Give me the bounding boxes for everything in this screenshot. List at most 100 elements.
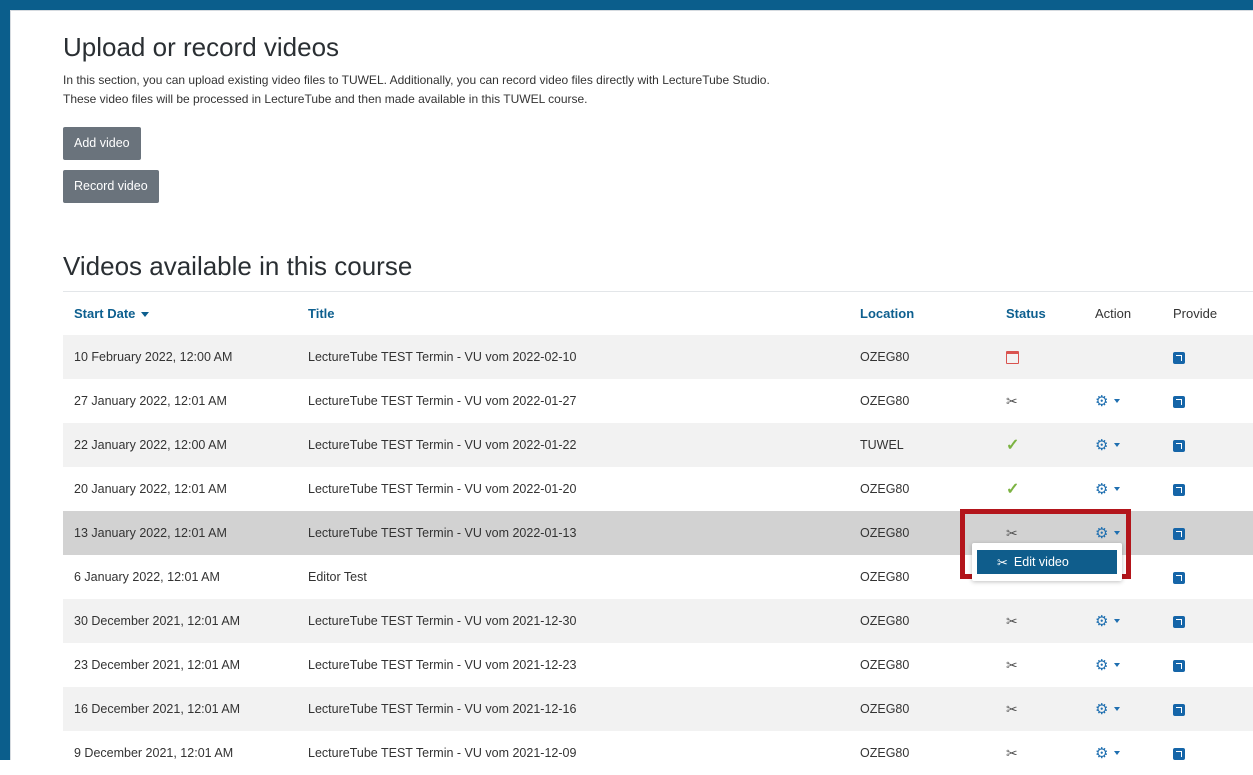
- cell-start-date: 22 January 2022, 12:00 AM: [63, 423, 297, 467]
- record-video-button[interactable]: Record video: [63, 170, 159, 203]
- cell-title: LectureTube TEST Termin - VU vom 2022-02…: [297, 335, 849, 379]
- cell-start-date: 13 January 2022, 12:01 AM: [63, 511, 297, 555]
- external-link-icon[interactable]: [1173, 439, 1185, 452]
- upload-description-line1: In this section, you can upload existing…: [63, 73, 770, 87]
- chevron-down-icon[interactable]: [1114, 619, 1121, 623]
- external-link-icon[interactable]: [1173, 483, 1185, 496]
- external-link-icon[interactable]: [1173, 527, 1185, 540]
- cell-start-date: 10 February 2022, 12:00 AM: [63, 335, 297, 379]
- edit-video-menu-item[interactable]: ✂ Edit video: [977, 550, 1117, 574]
- cell-location: OZEG80: [860, 394, 910, 408]
- cell-provide[interactable]: [1162, 643, 1253, 687]
- add-video-button[interactable]: Add video: [63, 127, 141, 160]
- cell-provide[interactable]: [1162, 511, 1253, 555]
- edit-video-label: Edit video: [1013, 555, 1069, 569]
- table-row: 22 January 2022, 12:00 AM LectureTube TES…: [63, 423, 1253, 467]
- cell-start-date: 27 January 2022, 12:01 AM: [74, 394, 227, 408]
- external-link-icon[interactable]: [1173, 659, 1185, 672]
- table-row: 9 December 2021, 12:01 AM LectureTube TES…: [63, 731, 1253, 775]
- gear-icon[interactable]: ⚙: [1095, 480, 1108, 498]
- cell-provide[interactable]: [1162, 467, 1253, 511]
- frame-border-left: [10, 10, 11, 760]
- scissors-icon: ✂: [997, 554, 1008, 570]
- external-link-icon[interactable]: [1173, 351, 1185, 364]
- table-row: 10 February 2022, 12:00 AM LectureTube TE…: [63, 335, 1253, 379]
- chevron-down-icon[interactable]: [1114, 751, 1121, 755]
- cell-title: LectureTube TEST Termin - VU vom 2021-12…: [297, 599, 849, 643]
- table-row: 20 January 2022, 12:01 AM LectureTube TES…: [63, 467, 1253, 511]
- cell-title: LectureTube TEST Termin - VU vom 2022-01…: [308, 394, 577, 408]
- cell-title: LectureTube TEST Termin - VU vom 2021-12…: [308, 658, 577, 672]
- external-link-icon[interactable]: [1173, 615, 1185, 628]
- cell-title: LectureTube TEST Termin - VU vom 2021-12…: [308, 746, 577, 760]
- column-header-title[interactable]: Title: [297, 291, 849, 335]
- column-header-location[interactable]: Location: [849, 291, 995, 335]
- cell-title: LectureTube TEST Termin - VU vom 2022-01…: [297, 511, 849, 555]
- table-row: 16 December 2021, 12:01 AM LectureTube TE…: [63, 687, 1253, 731]
- cell-location: OZEG80: [860, 746, 910, 760]
- window-frame-top: [0, 0, 1253, 10]
- table-row: 23 December 2021, 12:01 AM LectureTube TE…: [63, 643, 1253, 687]
- chevron-down-icon[interactable]: [1114, 443, 1121, 447]
- cell-action[interactable]: ⚙: [1084, 731, 1162, 775]
- column-header-action: Action: [1084, 291, 1162, 335]
- cell-title: LectureTube TEST Termin - VU vom 2022-01…: [297, 423, 849, 467]
- cell-action: [1084, 335, 1162, 379]
- cell-location: OZEG80: [849, 599, 995, 643]
- column-header-status[interactable]: Status: [995, 291, 1084, 335]
- gear-icon[interactable]: ⚙: [1095, 612, 1108, 630]
- scissors-icon: ✂: [1006, 612, 1018, 629]
- gear-icon[interactable]: ⚙: [1095, 436, 1108, 454]
- check-icon: ✓: [1006, 481, 1020, 498]
- cell-provide[interactable]: [1162, 687, 1253, 731]
- cell-action[interactable]: ⚙: [1084, 643, 1162, 687]
- scissors-icon: ✂: [1006, 700, 1018, 717]
- cell-status: ✓: [995, 467, 1084, 511]
- cell-action[interactable]: ⚙: [1084, 379, 1162, 423]
- gear-icon[interactable]: ⚙: [1095, 700, 1108, 718]
- start-date-header-label: Start Date: [74, 306, 136, 321]
- gear-icon[interactable]: ⚙: [1095, 656, 1108, 674]
- cell-title: LectureTube TEST Termin - VU vom 2022-01…: [308, 482, 577, 496]
- cell-start-date: 23 December 2021, 12:01 AM: [74, 658, 241, 672]
- cell-action[interactable]: ⚙: [1084, 687, 1162, 731]
- external-link-icon[interactable]: [1173, 571, 1185, 584]
- chevron-down-icon[interactable]: [1114, 707, 1121, 711]
- cell-location: TUWEL: [849, 423, 995, 467]
- cell-action[interactable]: ⚙: [1084, 599, 1162, 643]
- cell-provide[interactable]: [1162, 731, 1253, 775]
- gear-icon[interactable]: ⚙: [1095, 392, 1108, 410]
- scissors-icon: ✂: [1006, 656, 1018, 673]
- cell-status: ✂: [995, 731, 1084, 775]
- external-link-icon[interactable]: [1173, 395, 1185, 408]
- videos-section-title: Videos available in this course: [63, 251, 413, 281]
- cell-action[interactable]: ⚙: [1084, 423, 1162, 467]
- gear-icon[interactable]: ⚙: [1095, 744, 1108, 762]
- cell-provide[interactable]: [1162, 379, 1253, 423]
- calendar-icon: [1006, 351, 1019, 365]
- cell-location: OZEG80: [860, 658, 910, 672]
- column-header-start-date[interactable]: Start Date: [63, 291, 297, 335]
- cell-title: LectureTube TEST Termin - VU vom 2021-12…: [297, 687, 849, 731]
- external-link-icon[interactable]: [1173, 747, 1185, 760]
- window-frame-left: [0, 0, 10, 760]
- column-header-provide: Provide: [1162, 291, 1253, 335]
- cell-location: OZEG80: [849, 687, 995, 731]
- cell-start-date: 30 December 2021, 12:01 AM: [63, 599, 297, 643]
- scissors-icon: ✂: [1006, 392, 1018, 409]
- cell-start-date: 9 December 2021, 12:01 AM: [74, 746, 234, 760]
- cell-provide[interactable]: [1162, 423, 1253, 467]
- cell-status: ✓: [995, 423, 1084, 467]
- chevron-down-icon[interactable]: [1114, 399, 1121, 403]
- table-row: 30 December 2021, 12:01 AM LectureTube TE…: [63, 599, 1253, 643]
- cell-start-date: 20 January 2022, 12:01 AM: [74, 482, 227, 496]
- scissors-icon: ✂: [1006, 744, 1018, 761]
- external-link-icon[interactable]: [1173, 703, 1185, 716]
- cell-provide[interactable]: [1162, 335, 1253, 379]
- cell-status: ✂: [995, 687, 1084, 731]
- cell-provide[interactable]: [1162, 555, 1253, 599]
- chevron-down-icon[interactable]: [1114, 487, 1121, 491]
- cell-provide[interactable]: [1162, 599, 1253, 643]
- chevron-down-icon[interactable]: [1114, 663, 1121, 667]
- cell-action[interactable]: ⚙: [1084, 467, 1162, 511]
